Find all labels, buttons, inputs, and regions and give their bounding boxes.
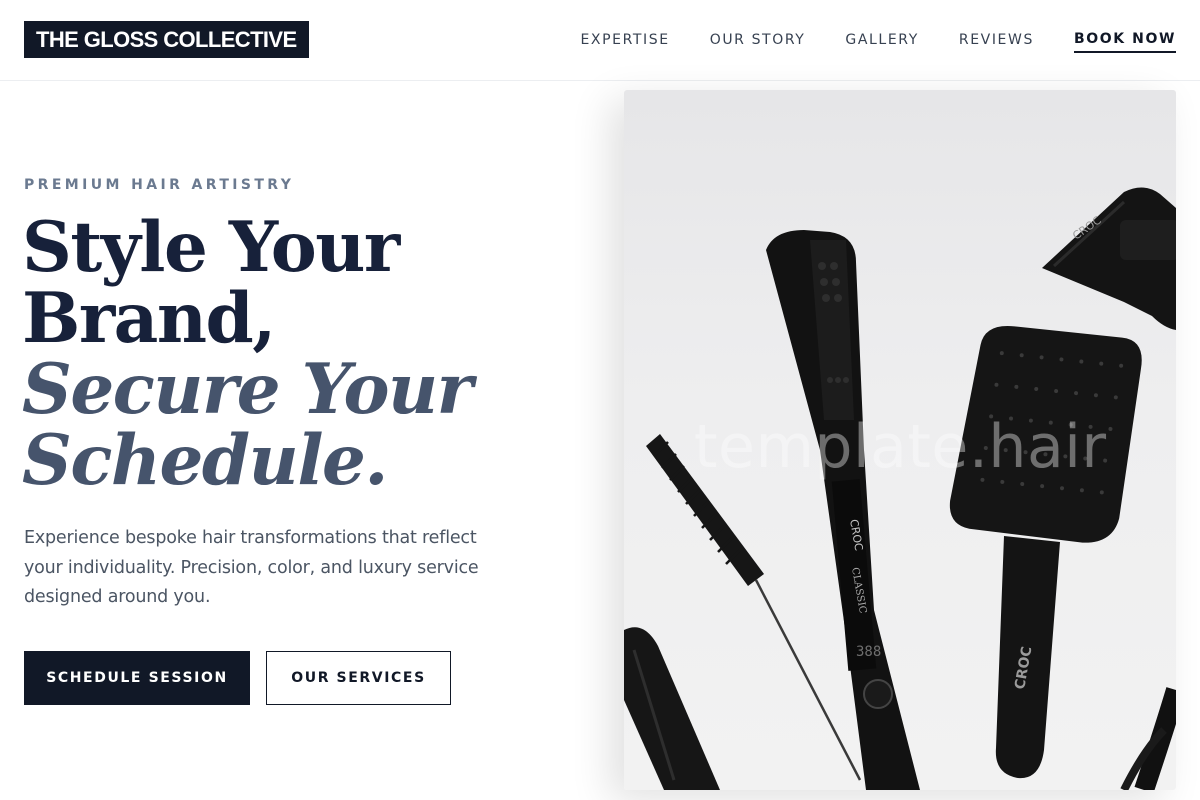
book-now-link[interactable]: BOOK NOW xyxy=(1073,31,1176,53)
our-services-button[interactable]: OUR SERVICES xyxy=(266,651,451,705)
hero-image: CROC CROC CLASSIC 388 CROC template.hair xyxy=(624,90,1176,790)
image-watermark: template.hair xyxy=(694,412,1107,482)
paddle-brush: CROC xyxy=(949,325,1142,779)
hair-clip xyxy=(624,627,720,790)
iron-temp-display: 388 xyxy=(856,644,881,660)
nav-link-gallery[interactable]: GALLERY xyxy=(845,32,918,48)
hair-dryer: CROC xyxy=(1042,187,1176,330)
headline-line-2: Brand, xyxy=(22,278,276,359)
hero-headline: Style Your Brand, Secure Your Schedule. xyxy=(22,212,582,496)
nav-link-reviews[interactable]: REVIEWS xyxy=(959,32,1034,48)
headline-line-1: Style Your xyxy=(22,207,400,288)
hero-description: Experience bespoke hair transformations … xyxy=(24,528,479,607)
dryer-cord xyxy=(1120,687,1176,790)
main-nav: EXPERTISE OUR STORY GALLERY REVIEWS BOOK… xyxy=(540,0,1176,80)
flat-iron: CROC CLASSIC 388 xyxy=(766,230,920,790)
schedule-session-button[interactable]: SCHEDULE SESSION xyxy=(24,651,250,705)
site-header: THE GLOSS COLLECTIVE EXPERTISE OUR STORY… xyxy=(0,0,1200,81)
nav-link-our-story[interactable]: OUR STORY xyxy=(710,32,806,48)
headline-line-4: Schedule. xyxy=(22,420,388,501)
headline-line-3: Secure Your xyxy=(22,349,473,430)
brand-logo[interactable]: THE GLOSS COLLECTIVE xyxy=(24,21,309,58)
nav-link-expertise[interactable]: EXPERTISE xyxy=(580,32,669,48)
hero-eyebrow: PREMIUM HAIR ARTISTRY xyxy=(24,177,295,193)
